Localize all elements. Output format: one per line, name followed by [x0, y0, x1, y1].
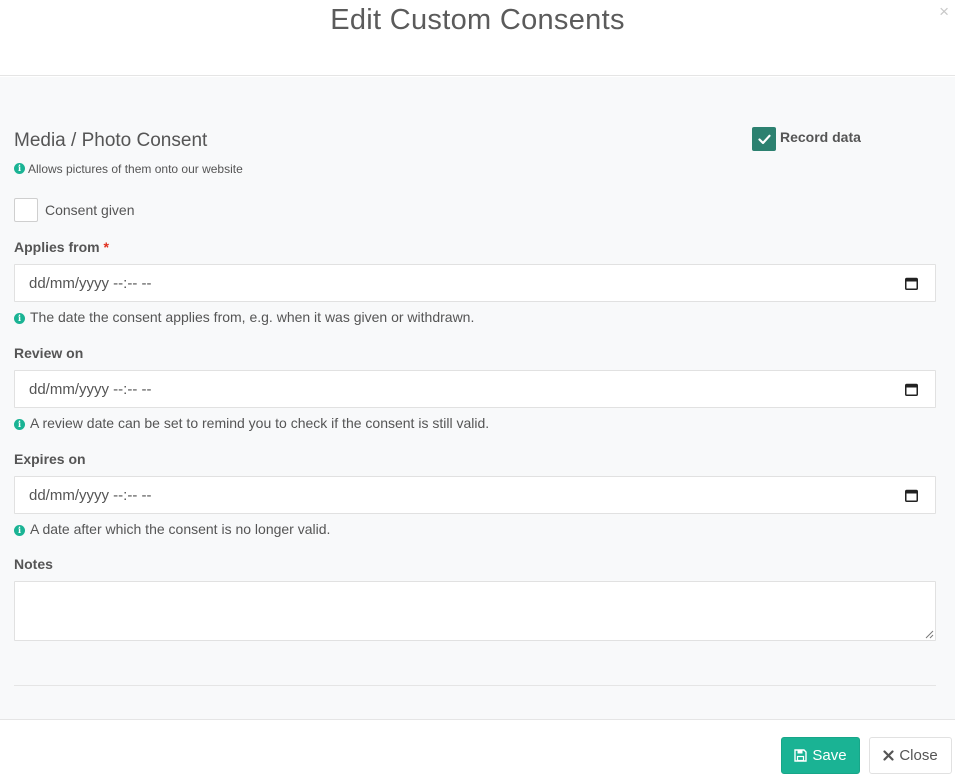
- required-marker: *: [103, 239, 109, 255]
- modal-header: Edit Custom Consents ×: [0, 0, 955, 76]
- applies-from-label: Applies from *: [14, 239, 109, 255]
- consent-description-text: Allows pictures of them onto our website: [28, 161, 243, 176]
- expires-on-label: Expires on: [14, 451, 86, 467]
- resize-grip-icon[interactable]: [925, 630, 934, 639]
- notes-label: Notes: [14, 556, 53, 572]
- modal-body: Media / Photo Consent i Allows pictures o…: [0, 77, 955, 719]
- review-on-label: Review on: [14, 345, 84, 361]
- applies-from-help: i The date the consent applies from, e.g.…: [14, 309, 474, 325]
- times-icon: [883, 750, 894, 761]
- save-button[interactable]: Save: [781, 737, 860, 774]
- record-data-checkbox[interactable]: Record data: [752, 127, 861, 151]
- expires-on-value: dd/mm/yyyy --:-- --: [29, 486, 152, 504]
- modal-close-icon[interactable]: ×: [939, 3, 949, 20]
- close-button-label: Close: [899, 747, 938, 764]
- review-on-help-text: A review date can be set to remind you t…: [30, 415, 490, 431]
- expires-on-input[interactable]: dd/mm/yyyy --:-- --: [14, 476, 936, 514]
- applies-from-help-text: The date the consent applies from, e.g. …: [30, 309, 475, 325]
- review-on-input[interactable]: dd/mm/yyyy --:-- --: [14, 370, 936, 408]
- consent-title: Media / Photo Consent: [14, 130, 208, 151]
- check-icon: [757, 134, 771, 144]
- notes-textarea[interactable]: [14, 581, 936, 641]
- consent-given-check-box[interactable]: [14, 198, 38, 222]
- divider: [14, 685, 936, 686]
- calendar-icon[interactable]: [905, 277, 918, 290]
- applies-from-input[interactable]: dd/mm/yyyy --:-- --: [14, 264, 936, 302]
- calendar-icon[interactable]: [905, 383, 918, 396]
- consent-given-label: Consent given: [45, 202, 135, 218]
- record-data-check-box[interactable]: [752, 127, 776, 151]
- consent-given-checkbox[interactable]: Consent given: [14, 198, 135, 222]
- expires-on-help-text: A date after which the consent is no lon…: [30, 521, 331, 537]
- info-icon: i: [14, 419, 25, 430]
- info-icon: i: [14, 313, 25, 324]
- close-button[interactable]: Close: [869, 737, 952, 774]
- review-on-help: i A review date can be set to remind you …: [14, 415, 489, 431]
- info-icon: i: [14, 163, 25, 175]
- review-on-value: dd/mm/yyyy --:-- --: [29, 380, 152, 398]
- applies-from-label-text: Applies from: [14, 239, 100, 255]
- save-button-label: Save: [812, 747, 847, 764]
- record-data-label: Record data: [780, 129, 861, 145]
- consent-description: i Allows pictures of them onto our websit…: [14, 161, 243, 176]
- applies-from-value: dd/mm/yyyy --:-- --: [29, 274, 152, 292]
- info-icon: i: [14, 525, 25, 536]
- calendar-icon[interactable]: [905, 489, 918, 502]
- floppy-disk-icon: [794, 749, 808, 762]
- modal-title: Edit Custom Consents: [330, 4, 625, 36]
- modal-footer: Save Close: [0, 719, 955, 774]
- expires-on-help: i A date after which the consent is no lo…: [14, 521, 330, 537]
